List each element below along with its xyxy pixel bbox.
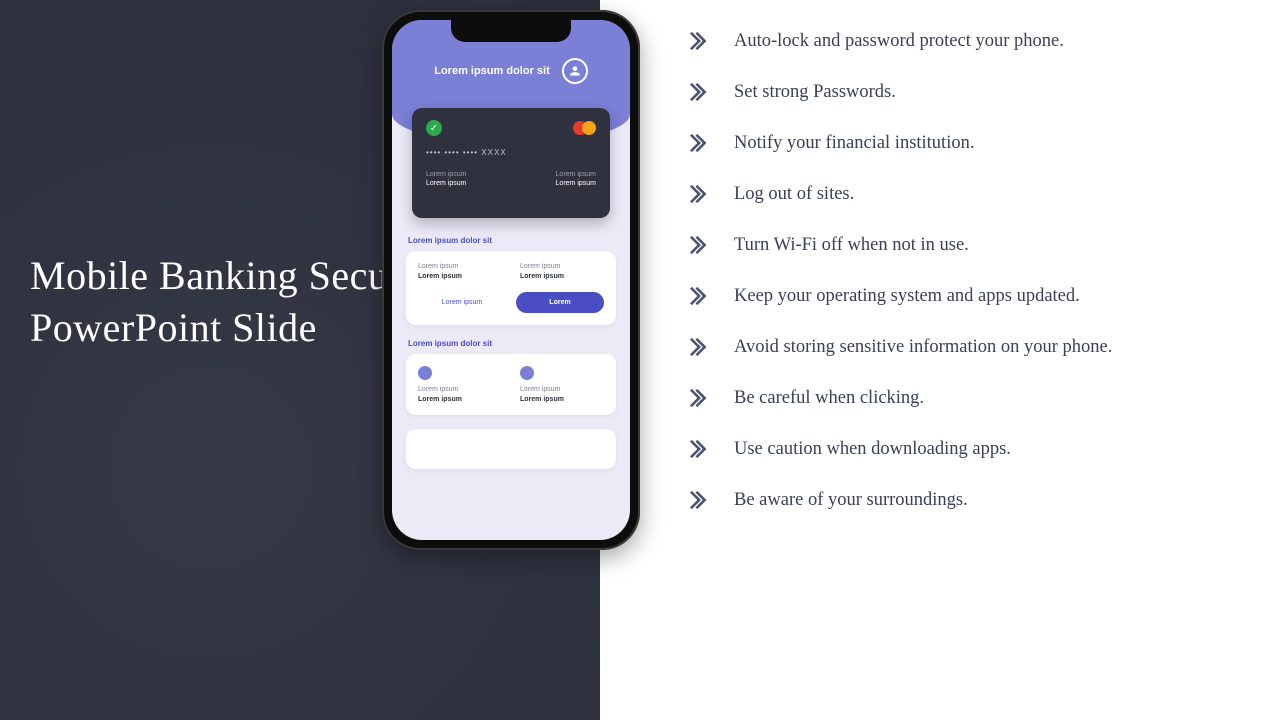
app-header-text: Lorem ipsum dolor sit: [434, 65, 550, 77]
chevron-right-icon: [690, 285, 712, 307]
chevron-right-icon: [690, 489, 712, 511]
chevron-right-icon: [690, 387, 712, 409]
app-content: Lorem ipsum dolor sit Lorem ipsumLorem i…: [392, 230, 630, 540]
list-item: Be aware of your surroundings.: [690, 489, 1252, 511]
chevron-right-icon: [690, 183, 712, 205]
chevron-right-icon: [690, 132, 712, 154]
list-item: Auto-lock and password protect your phon…: [690, 30, 1252, 52]
section-c-panel: [406, 429, 616, 469]
section-a-label: Lorem ipsum dolor sit: [408, 236, 616, 245]
bank-card: ✓ •••• •••• •••• XXXX Lorem ipsumLorem i…: [412, 108, 610, 218]
avatar-icon: [562, 58, 588, 84]
card-bottom-row: Lorem ipsumLorem ipsum Lorem ipsumLorem …: [426, 171, 596, 187]
tips-list: Auto-lock and password protect your phon…: [690, 30, 1252, 511]
tip-text: Avoid storing sensitive information on y…: [734, 337, 1112, 358]
list-item: Set strong Passwords.: [690, 81, 1252, 103]
phone-mockup: Lorem ipsum dolor sit ✓ •••• •••• •••• X…: [382, 10, 640, 550]
chevron-right-icon: [690, 438, 712, 460]
list-item: Be careful when clicking.: [690, 387, 1252, 409]
tip-text: Use caution when downloading apps.: [734, 439, 1011, 460]
tip-text: Notify your financial institution.: [734, 133, 974, 154]
chevron-right-icon: [690, 81, 712, 103]
chevron-right-icon: [690, 234, 712, 256]
phone-notch: [451, 20, 571, 42]
tip-text: Log out of sites.: [734, 184, 854, 205]
tip-text: Turn Wi-Fi off when not in use.: [734, 235, 969, 256]
list-item: Log out of sites.: [690, 183, 1252, 205]
list-item: Use caution when downloading apps.: [690, 438, 1252, 460]
list-item: Avoid storing sensitive information on y…: [690, 336, 1252, 358]
dot-icon: [520, 366, 534, 380]
list-item: Turn Wi-Fi off when not in use.: [690, 234, 1252, 256]
tip-text: Auto-lock and password protect your phon…: [734, 31, 1064, 52]
section-a-link[interactable]: Lorem ipsum: [418, 299, 506, 306]
list-item: Notify your financial institution.: [690, 132, 1252, 154]
left-panel: Mobile Banking Security Tips PowerPoint …: [0, 0, 600, 720]
section-a-button[interactable]: Lorem: [516, 292, 604, 313]
slide: Mobile Banking Security Tips PowerPoint …: [0, 0, 1280, 720]
section-a-panel: Lorem ipsumLorem ipsum Lorem ipsumLorem …: [406, 251, 616, 325]
chevron-right-icon: [690, 30, 712, 52]
chevron-right-icon: [690, 336, 712, 358]
section-b-panel: Lorem ipsumLorem ipsum Lorem ipsumLorem …: [406, 354, 616, 415]
list-item: Keep your operating system and apps upda…: [690, 285, 1252, 307]
card-top-row: ✓: [426, 120, 596, 136]
right-panel: Auto-lock and password protect your phon…: [600, 0, 1280, 720]
phone-screen: Lorem ipsum dolor sit ✓ •••• •••• •••• X…: [392, 20, 630, 540]
dot-icon: [418, 366, 432, 380]
card-number: •••• •••• •••• XXXX: [426, 148, 596, 157]
tip-text: Be careful when clicking.: [734, 388, 924, 409]
tip-text: Set strong Passwords.: [734, 82, 896, 103]
section-b-label: Lorem ipsum dolor sit: [408, 339, 616, 348]
check-icon: ✓: [426, 120, 442, 136]
tip-text: Keep your operating system and apps upda…: [734, 286, 1080, 307]
tip-text: Be aware of your surroundings.: [734, 490, 968, 511]
mastercard-icon: [573, 121, 596, 135]
